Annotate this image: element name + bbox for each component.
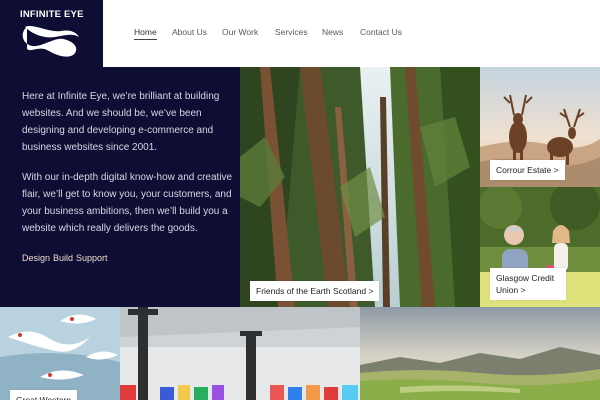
nav-contact-us[interactable]: Contact Us bbox=[360, 27, 402, 37]
nav-home[interactable]: Home bbox=[134, 27, 157, 40]
landscape-image bbox=[360, 307, 600, 400]
intro-panel: Here at Infinite Eye, we’re brilliant at… bbox=[0, 67, 240, 307]
project-tile-gallery[interactable] bbox=[120, 307, 360, 400]
intro-line: With our in-depth digital know-how and c… bbox=[22, 172, 233, 183]
project-caption-forest[interactable]: Friends of the Earth Scotland > bbox=[250, 281, 380, 301]
project-caption-deer[interactable]: Corrour Estate > bbox=[490, 160, 565, 180]
project-caption-credit-union[interactable]: Glasgow Credit Union > bbox=[490, 268, 566, 300]
intro-line: flair, we’ll get to know you, your custo… bbox=[22, 189, 232, 200]
service-support[interactable]: Support bbox=[76, 253, 108, 263]
nav-news[interactable]: News bbox=[322, 27, 343, 37]
gallery-image bbox=[120, 307, 360, 400]
nav-services[interactable]: Services bbox=[275, 27, 308, 37]
credit-union-caption-text: Glasgow Credit Union > bbox=[496, 273, 555, 295]
birds-image bbox=[0, 307, 120, 400]
service-build[interactable]: Build bbox=[53, 253, 73, 263]
logo[interactable]: INFINITE EYE bbox=[0, 0, 103, 67]
intro-line: website which really delivers the goods. bbox=[22, 223, 198, 234]
intro-line: business websites since 2001. bbox=[22, 142, 158, 153]
intro-paragraph-2: With our in-depth digital know-how and c… bbox=[22, 169, 240, 237]
project-caption-birds[interactable]: Great Western bbox=[10, 390, 78, 400]
nav-about-us[interactable]: About Us bbox=[172, 27, 207, 37]
service-design[interactable]: Design bbox=[22, 253, 50, 263]
project-tile-credit-union[interactable]: Glasgow Credit Union > bbox=[480, 187, 600, 307]
top-navigation-bar: Home About Us Our Work Services News Con… bbox=[103, 0, 600, 67]
project-tile-forest[interactable]: Friends of the Earth Scotland > bbox=[240, 67, 480, 307]
project-tile-landscape[interactable] bbox=[360, 307, 600, 400]
infinity-logo-icon bbox=[22, 26, 79, 57]
services-list: Design Build Support bbox=[22, 253, 111, 263]
intro-line: Here at Infinite Eye, we’re brilliant at… bbox=[22, 91, 220, 102]
nav-our-work[interactable]: Our Work bbox=[222, 27, 258, 37]
project-tile-birds[interactable]: Great Western bbox=[0, 307, 120, 400]
intro-line: your business ambitions, then we’ll buil… bbox=[22, 206, 228, 217]
forest-image bbox=[240, 67, 480, 307]
intro-line: designing and developing e-commerce and bbox=[22, 125, 214, 136]
project-tile-deer[interactable]: Corrour Estate > bbox=[480, 67, 600, 187]
intro-paragraph-1: Here at Infinite Eye, we’re brilliant at… bbox=[22, 88, 240, 156]
intro-line: websites. And we should be, we’ve been bbox=[22, 108, 202, 119]
